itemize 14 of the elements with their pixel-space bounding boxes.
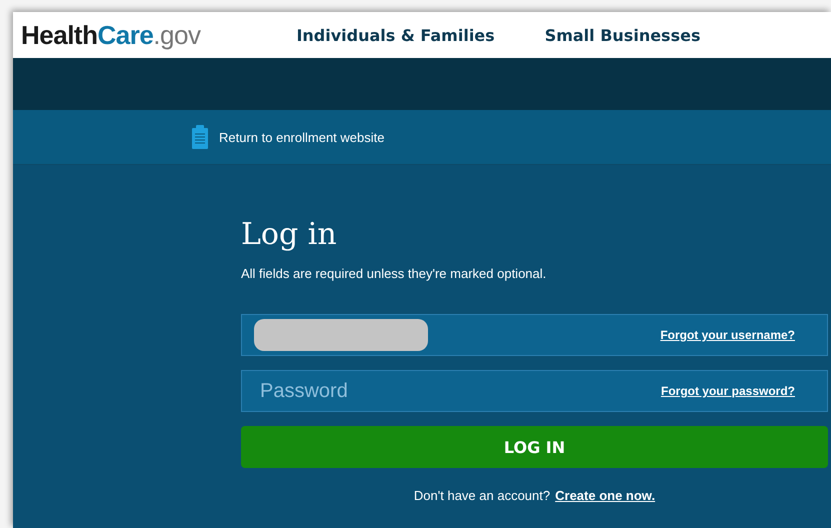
page-title: Log in bbox=[241, 217, 338, 252]
instructions-text: All fields are required unless they're marked optional. bbox=[241, 266, 548, 281]
forgot-password-link[interactable]: Forgot your password? bbox=[660, 384, 795, 398]
create-account-link[interactable]: Create one now. bbox=[555, 488, 656, 503]
nav-link[interactable]: Individuals & Families bbox=[296, 26, 495, 44]
login-button[interactable]: LOG IN bbox=[241, 426, 828, 468]
nav-link[interactable]: Small Businesses bbox=[544, 26, 700, 44]
signup-prompt: Don't have an account? bbox=[414, 488, 550, 503]
forgot-username-link[interactable]: Forgot your username? bbox=[660, 328, 795, 342]
username-field[interactable]: Forgot your username? bbox=[241, 314, 828, 356]
return-link[interactable]: Return to enrollment website bbox=[219, 130, 384, 144]
password-field[interactable]: Password Forgot your password? bbox=[241, 370, 828, 412]
clipboard-icon bbox=[191, 125, 209, 149]
logo[interactable]: HealthCare.gov bbox=[21, 20, 200, 50]
